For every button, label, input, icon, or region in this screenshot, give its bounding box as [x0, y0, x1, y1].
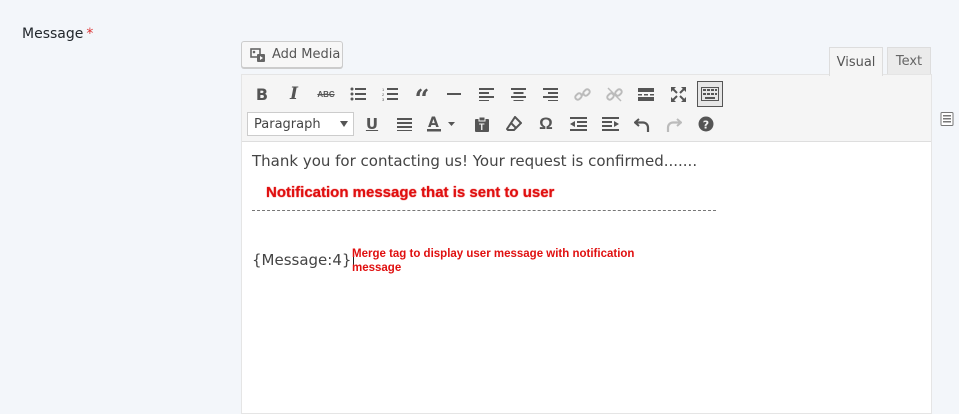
svg-text:?: ?: [703, 119, 709, 132]
annotation-merge-tag: Merge tag to display user message with n…: [352, 248, 635, 274]
svg-text:T: T: [479, 122, 485, 132]
message-field-label: Message *: [22, 26, 93, 42]
justify-icon[interactable]: [391, 111, 417, 137]
indent-icon[interactable]: [597, 111, 623, 137]
bold-icon[interactable]: B: [249, 81, 275, 107]
merge-tag-text: {Message:4}: [252, 251, 352, 269]
add-media-icon: [250, 47, 265, 62]
required-mark: *: [86, 26, 94, 42]
outdent-icon[interactable]: [565, 111, 591, 137]
fullscreen-icon[interactable]: [665, 81, 691, 107]
annotation-notification: Notification message that is sent to use…: [266, 184, 555, 201]
editor-toolbar: B I ABC 123 “ Paragraph U A T Ω ?: [242, 75, 931, 142]
align-left-icon[interactable]: [473, 81, 499, 107]
numbered-list-icon[interactable]: 123: [377, 81, 403, 107]
remove-link-icon[interactable]: [601, 81, 627, 107]
rich-text-editor[interactable]: B I ABC 123 “ Paragraph U A T Ω ? Thank …: [241, 74, 932, 414]
toolbar-toggle-icon[interactable]: [697, 81, 723, 107]
text-color-icon[interactable]: A: [423, 111, 459, 137]
notes-icon[interactable]: [940, 112, 954, 126]
add-media-button[interactable]: Add Media: [241, 41, 343, 68]
undo-icon[interactable]: [629, 111, 655, 137]
format-select[interactable]: Paragraph: [247, 112, 354, 136]
chevron-down-icon: [340, 121, 348, 127]
svg-text:A: A: [428, 116, 439, 131]
tab-visual[interactable]: Visual: [829, 47, 883, 76]
underline-icon[interactable]: U: [359, 111, 385, 137]
align-right-icon[interactable]: [537, 81, 563, 107]
add-media-label: Add Media: [272, 47, 341, 62]
paste-as-text-icon[interactable]: T: [469, 111, 495, 137]
format-select-value: Paragraph: [254, 116, 321, 132]
strikethrough-icon[interactable]: ABC: [313, 81, 339, 107]
dashed-divider: [252, 210, 716, 211]
italic-icon[interactable]: I: [281, 81, 307, 107]
special-character-icon[interactable]: Ω: [533, 111, 559, 137]
horizontal-rule-icon[interactable]: [441, 81, 467, 107]
tab-text[interactable]: Text: [887, 47, 931, 75]
field-label-text: Message: [22, 26, 84, 42]
svg-text:3: 3: [382, 97, 385, 101]
blockquote-icon[interactable]: “: [409, 81, 435, 113]
help-icon[interactable]: ?: [693, 111, 719, 137]
toolbar-row-2: Paragraph U A T Ω ?: [242, 109, 931, 139]
message-text-line: Thank you for contacting us! Your reques…: [252, 152, 698, 170]
read-more-icon[interactable]: [633, 81, 659, 107]
align-center-icon[interactable]: [505, 81, 531, 107]
clear-formatting-icon[interactable]: [501, 111, 527, 137]
toolbar-row-1: B I ABC 123 “: [242, 79, 931, 113]
bullet-list-icon[interactable]: [345, 81, 371, 107]
insert-link-icon[interactable]: [569, 81, 595, 107]
redo-icon[interactable]: [661, 111, 687, 137]
merge-tag-line: {Message:4}: [252, 251, 355, 269]
